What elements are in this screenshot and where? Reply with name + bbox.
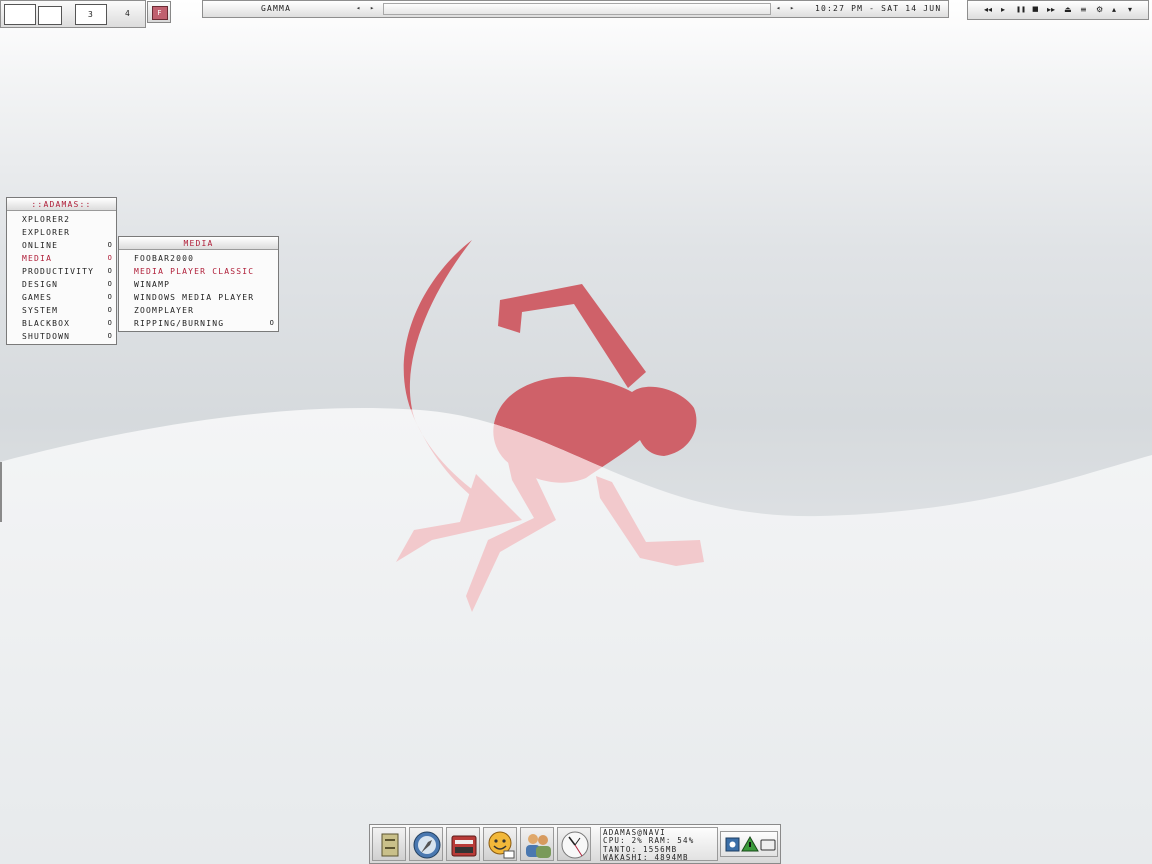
root-menu-item[interactable]: xplorer2 xyxy=(7,213,116,226)
submenu-indicator-icon: o xyxy=(107,306,113,314)
root-menu-item[interactable]: explorer xyxy=(7,226,116,239)
pause-icon[interactable]: ❚❚ xyxy=(1016,6,1026,13)
media-menu-item[interactable]: media player classic xyxy=(119,265,278,278)
media-menu-item[interactable]: winamp xyxy=(119,278,278,291)
root-menu: ::ADAMAS:: xplorer2 explorer online o media o… xyxy=(6,197,117,345)
submenu-indicator-icon: o xyxy=(107,293,113,301)
play-icon[interactable]: ▸ xyxy=(1001,5,1005,14)
browser-compass-icon[interactable] xyxy=(409,827,443,861)
submenu-indicator-icon: o xyxy=(107,280,113,288)
media-menu-item-label: ripping/burning xyxy=(134,319,225,328)
system-info: adamas@navi cpu: 2% ram: 54% tanto: 1556… xyxy=(600,827,718,862)
root-menu-item[interactable]: blackbox o xyxy=(7,317,116,330)
clock: 10:27 PM - SAT 14 JUN xyxy=(815,4,942,13)
media-menu-item[interactable]: zoomplayer xyxy=(119,304,278,317)
typewriter-icon[interactable] xyxy=(446,827,480,861)
root-menu-item[interactable]: design o xyxy=(7,278,116,291)
media-menu-item-label: media player classic xyxy=(134,267,255,276)
root-menu-item[interactable]: media o xyxy=(7,252,116,265)
root-menu-item-label: xplorer2 xyxy=(22,215,71,224)
root-menu-item[interactable]: system o xyxy=(7,304,116,317)
root-menu-item-label: games xyxy=(22,293,53,302)
root-menu-item-label: shutdown xyxy=(22,332,71,341)
root-menu-item[interactable]: productivity o xyxy=(7,265,116,278)
wallpaper xyxy=(0,240,1152,864)
sysinfo-drive-wakashi: wakashi: 4894mb xyxy=(603,852,689,862)
media-menu-item-label: windows media player xyxy=(134,293,255,302)
volume-down-icon[interactable]: ▾ xyxy=(1128,5,1132,14)
prev-track-icon[interactable]: ◂◂ xyxy=(984,5,992,14)
toggle-label: F xyxy=(152,6,168,20)
submenu-indicator-icon: o xyxy=(107,319,113,327)
root-menu-item-label: online xyxy=(22,241,59,250)
root-menu-item-label: blackbox xyxy=(22,319,71,328)
root-menu-item-label: explorer xyxy=(22,228,71,237)
stop-icon[interactable]: ■ xyxy=(1032,5,1039,13)
root-menu-item-label: design xyxy=(22,280,59,289)
media-submenu-title: Media xyxy=(119,237,278,250)
root-menu-item-label: media xyxy=(22,254,53,263)
submenu-indicator-icon: o xyxy=(107,241,113,249)
messenger-smiley-icon[interactable] xyxy=(483,827,517,861)
volume-up-icon[interactable]: ▴ xyxy=(1112,5,1116,14)
media-menu-item[interactable]: windows media player xyxy=(119,291,278,304)
settings-icon[interactable]: ⚙ xyxy=(1096,5,1103,14)
submenu-indicator-icon: o xyxy=(107,267,113,275)
media-menu-item[interactable]: ripping/burning o xyxy=(119,317,278,330)
toolbar: Gamma ◂ ▸ ◂ ▸ 10:27 PM - SAT 14 JUN xyxy=(202,0,949,18)
media-menu-item-label: winamp xyxy=(134,280,171,289)
submenu-indicator-icon: o xyxy=(269,319,275,327)
root-menu-item[interactable]: online o xyxy=(7,239,116,252)
workspace-4[interactable]: 4 xyxy=(112,4,144,25)
root-menu-item[interactable]: games o xyxy=(7,291,116,304)
workspace-pager: 3 4 xyxy=(0,0,146,28)
alert-triangle-icon[interactable] xyxy=(741,835,759,852)
media-menu-item[interactable]: foobar2000 xyxy=(119,252,278,265)
workspace-2[interactable] xyxy=(38,6,62,25)
submenu-indicator-icon: o xyxy=(107,254,113,262)
workspace-name: Gamma xyxy=(261,4,292,13)
playlist-icon[interactable]: ≡ xyxy=(1080,5,1087,14)
system-tray xyxy=(720,831,778,857)
media-menu-item-label: foobar2000 xyxy=(134,254,195,263)
root-menu-item[interactable]: shutdown o xyxy=(7,330,116,343)
root-menu-item-label: system xyxy=(22,306,59,315)
display-icon[interactable] xyxy=(760,839,776,851)
window-label-bar[interactable] xyxy=(383,3,771,15)
media-submenu: Media foobar2000 media player classic wina… xyxy=(118,236,279,332)
eject-icon[interactable]: ⏏ xyxy=(1064,5,1072,14)
toggle-button[interactable]: F xyxy=(147,1,171,23)
media-controls: ◂◂ ▸ ❚❚ ■ ▸▸ ⏏ ≡ ⚙ ▴ ▾ xyxy=(967,0,1149,20)
dock: adamas@navi cpu: 2% ram: 54% tanto: 1556… xyxy=(369,824,781,864)
root-menu-item-label: productivity xyxy=(22,267,95,276)
analog-clock-icon[interactable] xyxy=(557,827,591,861)
next-track-icon[interactable]: ▸▸ xyxy=(1047,5,1055,14)
prev-workspace-button[interactable]: ◂ xyxy=(356,4,361,12)
workspace-1[interactable] xyxy=(4,4,36,25)
submenu-indicator-icon: o xyxy=(107,332,113,340)
root-menu-title: ::ADAMAS:: xyxy=(7,198,116,211)
workspace-3[interactable]: 3 xyxy=(75,4,107,25)
network-icon[interactable] xyxy=(725,837,740,852)
contacts-people-icon[interactable] xyxy=(520,827,554,861)
next-window-button[interactable]: ▸ xyxy=(790,4,795,12)
media-menu-item-label: zoomplayer xyxy=(134,306,195,315)
prev-window-button[interactable]: ◂ xyxy=(776,4,781,12)
next-workspace-button[interactable]: ▸ xyxy=(370,4,375,12)
drawer-icon[interactable] xyxy=(372,827,406,861)
